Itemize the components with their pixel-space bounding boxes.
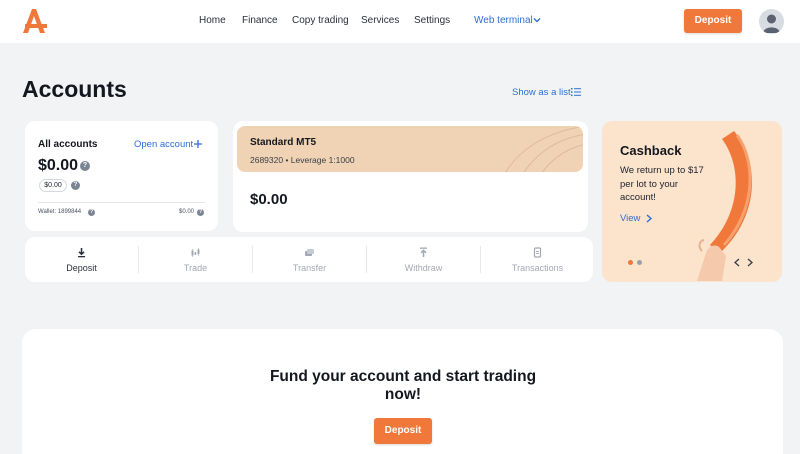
top-navigation-bar: Home Finance Copy trading Services Setti… — [0, 0, 800, 43]
action-withdraw[interactable]: Withdraw — [367, 237, 480, 282]
upload-icon — [420, 247, 427, 257]
cashback-view-link[interactable]: View — [620, 213, 640, 224]
help-icon[interactable]: ? — [197, 209, 204, 216]
action-label: Trade — [183, 263, 208, 273]
action-deposit[interactable]: Deposit — [25, 237, 138, 282]
help-icon[interactable]: ? — [71, 181, 80, 190]
nav-home[interactable]: Home — [199, 15, 226, 26]
action-label: Deposit — [66, 263, 97, 273]
brand-logo-icon[interactable] — [20, 7, 48, 35]
account-actions-bar: Deposit Trade Transfer Withdraw Transact… — [25, 237, 593, 282]
nav-finance[interactable]: Finance — [242, 15, 278, 26]
all-accounts-title: All accounts — [38, 139, 98, 150]
total-balance: $0.00 — [38, 157, 79, 174]
download-icon — [78, 248, 85, 258]
action-label: Withdraw — [404, 263, 443, 273]
cashback-text: We return up to $17 per lot to your acco… — [620, 165, 704, 203]
carousel-dot[interactable] — [637, 260, 642, 265]
nav-copy-trading[interactable]: Copy trading — [292, 15, 349, 26]
chevron-right-icon[interactable] — [645, 213, 653, 224]
chevron-left-icon[interactable] — [733, 257, 741, 268]
nav-services[interactable]: Services — [361, 15, 399, 26]
balance-pill: $0.00 — [39, 179, 67, 192]
transfer-icon — [305, 249, 314, 256]
candlestick-icon — [191, 248, 200, 257]
wallet-label: Wallet: 1899844 — [38, 209, 82, 215]
account-meta: 2689320 • Leverage 1:1000 — [250, 155, 355, 165]
show-as-list-link[interactable]: Show as a list — [512, 87, 571, 98]
help-icon[interactable]: ? — [80, 161, 90, 171]
fund-title: Fund your account and start trading now! — [269, 368, 537, 403]
chevron-down-icon[interactable] — [532, 14, 542, 26]
open-account-link[interactable]: Open account — [134, 139, 193, 150]
fund-deposit-button[interactable]: Deposit — [374, 418, 432, 444]
nav-settings[interactable]: Settings — [414, 15, 450, 26]
document-icon — [533, 247, 542, 258]
action-trade[interactable]: Trade — [139, 237, 252, 282]
action-transactions[interactable]: Transactions — [481, 237, 594, 282]
nav-web-terminal[interactable]: Web terminal — [474, 15, 533, 26]
cashback-title: Cashback — [620, 143, 682, 158]
action-label: Transactions — [511, 263, 564, 273]
action-label: Transfer — [292, 263, 327, 273]
carousel-dot-active[interactable] — [628, 260, 633, 265]
mt5-account-header — [237, 126, 583, 172]
user-avatar-icon[interactable] — [759, 9, 784, 34]
chevron-right-icon[interactable] — [746, 257, 754, 268]
header-deposit-button[interactable]: Deposit — [684, 9, 742, 33]
page-title: Accounts — [22, 76, 127, 102]
plus-icon[interactable] — [193, 139, 203, 149]
divider — [38, 202, 205, 203]
account-balance: $0.00 — [250, 191, 288, 208]
wallet-amount: $0.00 — [179, 209, 195, 215]
account-name: Standard MT5 — [250, 137, 317, 148]
help-icon[interactable]: ? — [88, 209, 95, 216]
action-transfer[interactable]: Transfer — [253, 237, 366, 282]
list-view-icon[interactable] — [571, 87, 581, 97]
decorative-arcs-icon — [505, 126, 583, 172]
